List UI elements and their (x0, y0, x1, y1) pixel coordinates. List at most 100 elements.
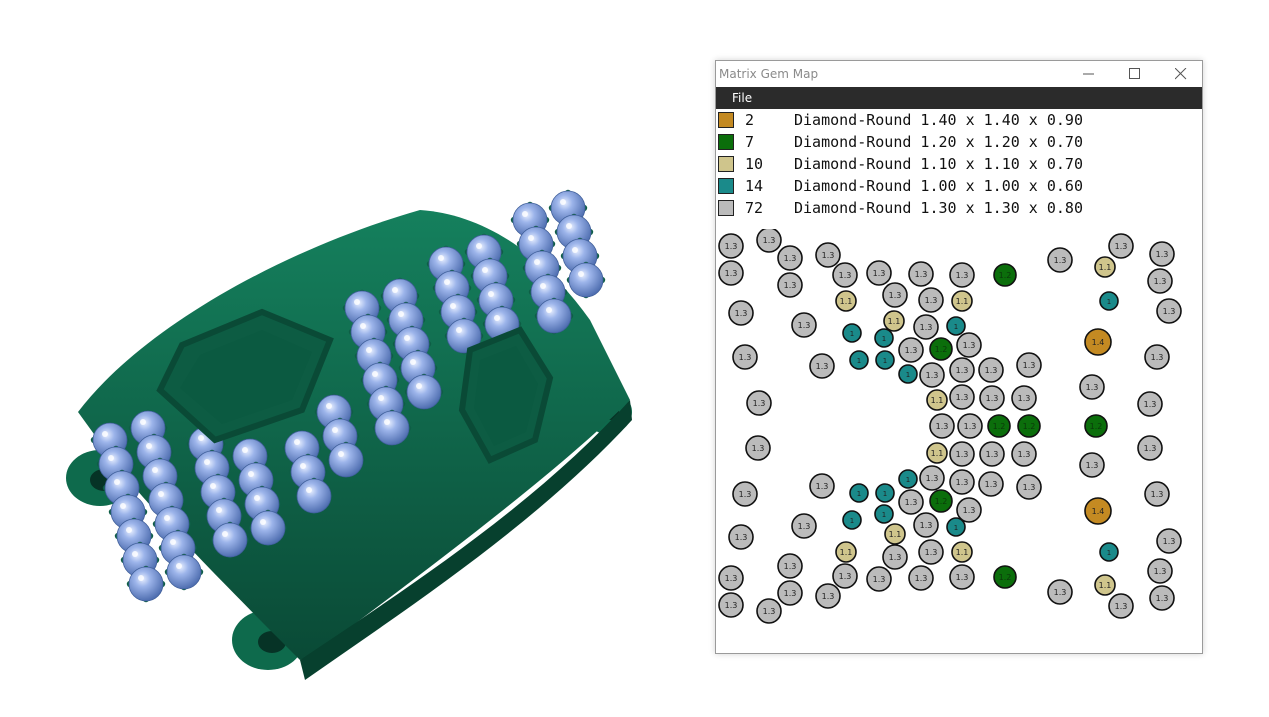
gem-marker[interactable]: 1.3 (978, 357, 1004, 383)
gem-marker[interactable]: 1.1 (883, 310, 905, 332)
gem-marker[interactable]: 1.3 (1137, 435, 1163, 461)
gem-marker[interactable]: 1.3 (718, 233, 744, 259)
gem-marker[interactable]: 1.3 (777, 553, 803, 579)
gem-marker[interactable]: 1.4 (1084, 497, 1112, 525)
gem-marker[interactable]: 1.3 (1144, 344, 1170, 370)
gem-marker[interactable]: 1.3 (728, 524, 754, 550)
gem-marker[interactable]: 1.3 (1108, 233, 1134, 259)
gem-marker[interactable]: 1.3 (815, 583, 841, 609)
gem-marker[interactable]: 1.1 (835, 541, 857, 563)
gem-marker[interactable]: 1 (874, 328, 894, 348)
gem-marker[interactable]: 1.3 (732, 344, 758, 370)
gem-marker[interactable]: 1.1 (835, 290, 857, 312)
gem-marker[interactable]: 1.3 (832, 563, 858, 589)
gem-marker[interactable]: 1.3 (866, 566, 892, 592)
gem-marker[interactable]: 1.3 (913, 512, 939, 538)
gem-marker[interactable]: 1.2 (1084, 414, 1108, 438)
gem-marker[interactable]: 1 (1099, 542, 1119, 562)
gem-marker[interactable]: 1.3 (732, 481, 758, 507)
gem-marker[interactable]: 1.3 (1016, 352, 1042, 378)
gem-marker[interactable]: 1.3 (929, 413, 955, 439)
gem-marker[interactable]: 1.3 (1079, 452, 1105, 478)
gem-marker[interactable]: 1 (849, 483, 869, 503)
gem-marker[interactable]: 1.3 (949, 441, 975, 467)
gem-marker[interactable]: 1.3 (1149, 585, 1175, 611)
gem-marker[interactable]: 1.3 (1079, 374, 1105, 400)
gem-marker[interactable]: 1.3 (978, 471, 1004, 497)
model-viewport[interactable] (0, 0, 700, 717)
gem-marker[interactable]: 1 (842, 323, 862, 343)
gem-marker[interactable]: 1.3 (908, 565, 934, 591)
title-bar[interactable]: Matrix Gem Map (716, 61, 1202, 87)
gem-marker[interactable]: 1.3 (1144, 481, 1170, 507)
gem-marker[interactable]: 1.3 (979, 385, 1005, 411)
gem-marker[interactable]: 1.1 (951, 290, 973, 312)
gem-marker[interactable]: 1 (946, 517, 966, 537)
gem-marker[interactable]: 1.3 (728, 300, 754, 326)
gem-marker[interactable]: 1.3 (1147, 268, 1173, 294)
gem-marker[interactable]: 1.3 (777, 245, 803, 271)
gem-marker[interactable]: 1.2 (929, 337, 953, 361)
gem-marker[interactable]: 1 (849, 350, 869, 370)
gem-marker[interactable]: 1.3 (745, 435, 771, 461)
gem-marker[interactable]: 1.3 (791, 312, 817, 338)
gem-marker[interactable]: 1.3 (718, 592, 744, 618)
gem-marker[interactable]: 1.3 (918, 539, 944, 565)
gem-marker[interactable]: 1 (1099, 291, 1119, 311)
gem-marker[interactable]: 1.3 (832, 262, 858, 288)
gem-marker[interactable]: 1.1 (884, 523, 906, 545)
gem-marker[interactable]: 1 (898, 364, 918, 384)
gem-marker[interactable]: 1.3 (918, 287, 944, 313)
gem-marker[interactable]: 1.3 (1137, 391, 1163, 417)
gem-marker[interactable]: 1.3 (1108, 593, 1134, 619)
gem-marker[interactable]: 1.3 (949, 357, 975, 383)
gem-marker[interactable]: 1.3 (756, 229, 782, 253)
close-button[interactable] (1158, 61, 1204, 87)
gem-marker[interactable]: 1.2 (1017, 414, 1041, 438)
gem-marker[interactable]: 1.3 (898, 337, 924, 363)
gem-marker[interactable]: 1.4 (1084, 328, 1112, 356)
gem-marker[interactable]: 1.1 (951, 541, 973, 563)
gem-marker[interactable]: 1.2 (929, 489, 953, 513)
gem-marker[interactable]: 1.3 (956, 332, 982, 358)
gem-marker[interactable]: 1.3 (979, 441, 1005, 467)
gem-marker[interactable]: 1.3 (1016, 474, 1042, 500)
gem-marker[interactable]: 1.3 (882, 282, 908, 308)
gem-marker[interactable]: 1.3 (718, 565, 744, 591)
minimize-button[interactable] (1066, 61, 1112, 87)
gem-marker[interactable]: 1.3 (1011, 385, 1037, 411)
gem-marker[interactable]: 1.3 (913, 314, 939, 340)
gem-marker[interactable]: 1.3 (1147, 558, 1173, 584)
gem-marker[interactable]: 1.3 (718, 260, 744, 286)
gem-marker[interactable]: 1.3 (919, 362, 945, 388)
gem-marker[interactable]: 1.1 (926, 389, 948, 411)
gem-marker[interactable]: 1 (874, 504, 894, 524)
gem-marker[interactable]: 1.3 (777, 580, 803, 606)
gem-marker[interactable]: 1.3 (791, 513, 817, 539)
gem-marker[interactable]: 1.3 (949, 262, 975, 288)
gem-marker[interactable]: 1 (946, 316, 966, 336)
gem-marker[interactable]: 1.3 (815, 242, 841, 268)
gem-marker[interactable]: 1 (875, 350, 895, 370)
gem-marker[interactable]: 1.3 (1156, 528, 1182, 554)
gem-marker[interactable]: 1.3 (866, 260, 892, 286)
gem-marker[interactable]: 1.1 (926, 442, 948, 464)
gem-marker[interactable]: 1.1 (1094, 256, 1116, 278)
gem-marker[interactable]: 1.3 (1011, 441, 1037, 467)
gem-marker[interactable]: 1.2 (993, 565, 1017, 589)
gem-marker[interactable]: 1.3 (746, 390, 772, 416)
gem-marker[interactable]: 1.3 (882, 544, 908, 570)
gem-marker[interactable]: 1.3 (777, 272, 803, 298)
gem-marker[interactable]: 1 (898, 469, 918, 489)
gem-marker[interactable]: 1.3 (908, 261, 934, 287)
maximize-button[interactable] (1112, 61, 1158, 87)
gem-marker[interactable]: 1.2 (987, 414, 1011, 438)
gem-marker[interactable]: 1.3 (1149, 241, 1175, 267)
menu-file[interactable]: File (732, 91, 752, 105)
gem-marker[interactable]: 1.3 (949, 384, 975, 410)
gem-marker[interactable]: 1.3 (957, 413, 983, 439)
gem-marker[interactable]: 1.3 (1156, 298, 1182, 324)
gem-marker[interactable]: 1.3 (919, 465, 945, 491)
gem-marker[interactable]: 1.3 (949, 564, 975, 590)
gem-marker[interactable]: 1.2 (993, 263, 1017, 287)
